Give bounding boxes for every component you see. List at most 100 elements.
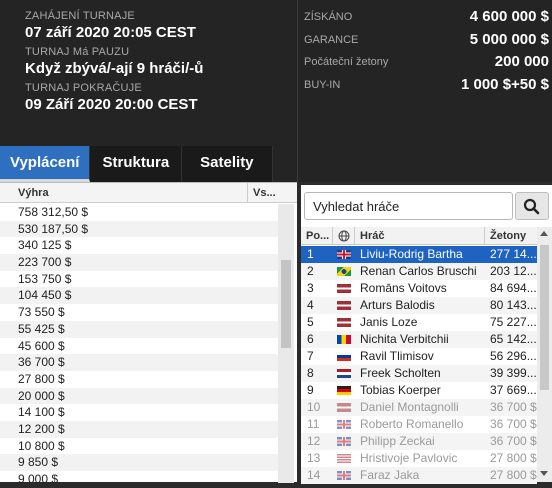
player-row[interactable]: 11 Roberto Romanello 36 700 $ bbox=[301, 416, 537, 433]
player-row[interactable]: 2 Renan Carlos Bruschi 203 12... bbox=[301, 263, 537, 280]
payout-row: 12 200 $ bbox=[0, 420, 278, 438]
player-row[interactable]: 7 Ravil Tlimisov 56 296... bbox=[301, 348, 537, 365]
start-value: 07 září 2020 20:05 CEST bbox=[25, 24, 196, 41]
stat-row: ZÍSKÁNO 4 600 000 $ bbox=[304, 6, 549, 29]
chips-column-header[interactable]: Žetony bbox=[485, 227, 537, 244]
country-flag-icon bbox=[333, 331, 355, 348]
payout-row: 45 600 $ bbox=[18, 338, 65, 353]
country-flag-icon bbox=[333, 246, 355, 263]
resume-label: TURNAJ POKRAČUJE bbox=[25, 82, 142, 94]
globe-icon bbox=[338, 230, 350, 242]
player-row[interactable]: 14 Faraz Jaka 27 800 $ bbox=[301, 467, 537, 484]
stat-row: GARANCE 5 000 000 $ bbox=[304, 29, 549, 52]
country-flag-icon bbox=[333, 416, 355, 433]
player-chips: 80 143... bbox=[490, 298, 537, 312]
stat-label: GARANCE bbox=[304, 33, 359, 46]
player-column-header[interactable]: Hráč bbox=[355, 227, 485, 244]
payout-row: 14 100 $ bbox=[18, 405, 65, 420]
search-button[interactable] bbox=[515, 192, 549, 220]
flag-lv-icon bbox=[337, 403, 351, 412]
player-position: 2 bbox=[307, 264, 314, 278]
player-position: 10 bbox=[307, 400, 321, 414]
player-name: Daniel Montagnolli bbox=[360, 400, 459, 414]
country-flag-icon bbox=[333, 348, 355, 365]
player-name: Romāns Voitovs bbox=[360, 281, 447, 295]
country-flag-icon bbox=[333, 314, 355, 331]
prize-stats: ZÍSKÁNO 4 600 000 $ GARANCE 5 000 000 $ Po… bbox=[304, 6, 549, 96]
prize-column-header[interactable]: Výhra bbox=[0, 183, 248, 202]
player-position: 14 bbox=[307, 468, 321, 482]
player-chips: 203 12... bbox=[490, 264, 537, 278]
player-position: 1 bbox=[307, 247, 314, 261]
tab-bar: Vyplácení Struktura Satelity bbox=[0, 146, 273, 182]
other-column-header[interactable]: Vs... bbox=[248, 183, 278, 202]
position-column-header[interactable]: Po... bbox=[301, 227, 333, 244]
player-row[interactable]: 10 Daniel Montagnolli 36 700 $ bbox=[301, 399, 537, 416]
country-column-header[interactable] bbox=[333, 227, 355, 244]
player-chips: 36 700 $ bbox=[490, 434, 537, 448]
player-name: Freek Scholten bbox=[360, 366, 441, 380]
stat-row: BUY-IN 1 000 $+50 $ bbox=[304, 74, 549, 97]
player-chips: 75 227... bbox=[490, 315, 537, 329]
payouts-scrollbar[interactable] bbox=[278, 204, 294, 483]
payouts-scroll-thumb[interactable] bbox=[281, 260, 291, 348]
player-row[interactable]: 12 Philipp Zeckai 36 700 $ bbox=[301, 433, 537, 450]
player-row[interactable]: 13 Hristivoje Pavlovic 27 800 $ bbox=[301, 450, 537, 467]
player-name: Roberto Romanello bbox=[360, 417, 464, 431]
resume-value: 09 Září 2020 20:00 CEST bbox=[25, 96, 198, 113]
flag-uk-icon bbox=[337, 471, 351, 480]
payout-row: 340 125 $ bbox=[18, 238, 72, 253]
player-row[interactable]: 1 Liviu-Rodrig Bartha 277 14... bbox=[301, 246, 537, 263]
tournament-info-panel: ZAHÁJENÍ TURNAJE 07 září 2020 20:05 CEST… bbox=[0, 0, 552, 182]
player-row[interactable]: 4 Arturs Balodis 80 143... bbox=[301, 297, 537, 314]
player-name: Liviu-Rodrig Bartha bbox=[360, 247, 463, 261]
country-flag-icon bbox=[333, 382, 355, 399]
flag-br-icon bbox=[337, 267, 351, 276]
tab-structure[interactable]: Struktura bbox=[90, 146, 183, 182]
player-name: Renan Carlos Bruschi bbox=[360, 264, 477, 278]
scroll-down-icon[interactable] bbox=[540, 471, 548, 476]
player-name: Janis Loze bbox=[360, 315, 418, 329]
player-name: Philipp Zeckai bbox=[360, 434, 435, 448]
payout-row: 9 850 $ bbox=[0, 454, 278, 471]
player-chips: 37 669... bbox=[490, 383, 537, 397]
flag-us-icon bbox=[337, 454, 351, 463]
player-chips: 27 800 $ bbox=[490, 468, 537, 482]
stat-label: ZÍSKÁNO bbox=[304, 11, 353, 23]
scroll-up-icon[interactable] bbox=[540, 231, 548, 236]
payout-row: 104 450 $ bbox=[0, 287, 278, 305]
flag-uk-icon bbox=[337, 420, 351, 429]
player-row[interactable]: 3 Romāns Voitovs 84 694... bbox=[301, 280, 537, 297]
stat-row: Počáteční žetony 200 000 bbox=[304, 51, 549, 74]
flag-de-icon bbox=[337, 386, 351, 395]
player-row[interactable]: 5 Janis Loze 75 227... bbox=[301, 314, 537, 331]
flag-ru-icon bbox=[337, 352, 351, 361]
country-flag-icon bbox=[333, 399, 355, 416]
stat-value: 1 000 $+50 $ bbox=[460, 75, 549, 93]
player-row[interactable]: 9 Tobias Koerper 37 669... bbox=[301, 382, 537, 399]
player-chips: 36 700 $ bbox=[490, 400, 537, 414]
player-position: 5 bbox=[307, 315, 314, 329]
players-panel: Vyhledat hráče Po... Hráč Žetony 1 Liviu-… bbox=[301, 185, 552, 484]
flag-uk-icon bbox=[337, 437, 351, 446]
player-row[interactable]: 6 Nichita Verbitchii 65 142... bbox=[301, 331, 537, 348]
info-divider bbox=[297, 0, 298, 182]
tab-payouts[interactable]: Vyplácení bbox=[0, 146, 91, 182]
payout-row: 9 000 $ bbox=[18, 472, 59, 486]
search-icon bbox=[523, 198, 540, 215]
player-chips: 65 142... bbox=[490, 332, 537, 346]
players-header: Po... Hráč Žetony bbox=[301, 227, 537, 245]
player-position: 7 bbox=[307, 349, 314, 363]
flag-uk-icon bbox=[337, 250, 351, 259]
player-name: Nichita Verbitchii bbox=[360, 332, 449, 346]
player-name: Ravil Tlimisov bbox=[360, 349, 434, 363]
players-scrollbar[interactable] bbox=[537, 227, 552, 482]
player-row[interactable]: 8 Freek Scholten 39 399... bbox=[301, 365, 537, 382]
tab-satellites[interactable]: Satelity bbox=[182, 146, 273, 182]
stat-value: 4 600 000 $ bbox=[469, 8, 549, 25]
country-flag-icon bbox=[333, 297, 355, 314]
player-chips: 84 694... bbox=[490, 281, 537, 295]
players-scroll-thumb[interactable] bbox=[540, 245, 549, 390]
payout-row: 10 800 $ bbox=[18, 438, 65, 453]
player-search-input[interactable]: Vyhledat hráče bbox=[304, 192, 513, 220]
